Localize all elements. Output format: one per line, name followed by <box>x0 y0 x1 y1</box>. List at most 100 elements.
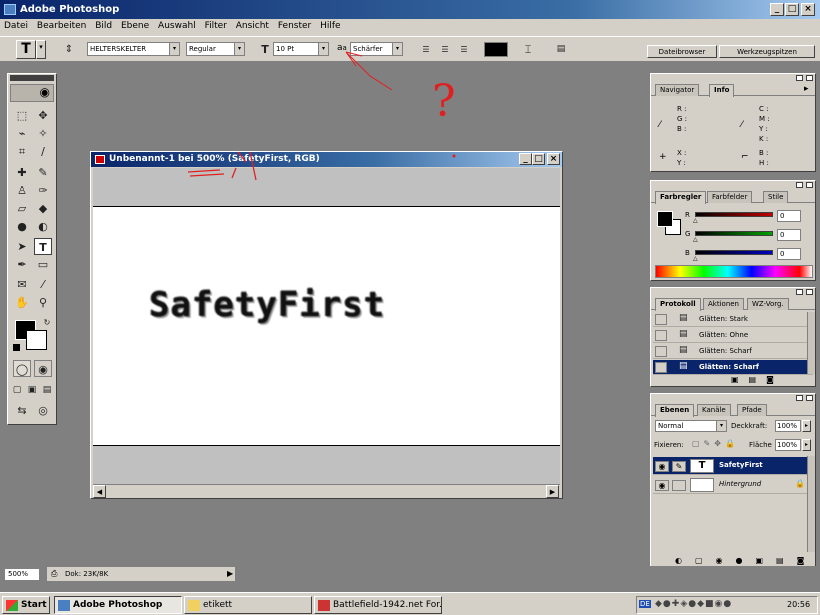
default-colors-icon[interactable] <box>13 344 20 351</box>
jump-to-imageready-icon[interactable]: ⇆ <box>13 402 31 419</box>
adobe-logo-icon[interactable]: ◉ <box>10 84 54 102</box>
doc-minimize-button[interactable]: _ <box>519 153 532 165</box>
history-snapshot-checkbox[interactable] <box>655 330 667 341</box>
history-scrollbar[interactable] <box>807 312 815 374</box>
maximize-button[interactable]: □ <box>785 3 799 16</box>
pen-tool-icon[interactable]: ✒ <box>13 256 31 273</box>
status-menu-arrow-icon[interactable]: ▶ <box>227 569 233 578</box>
screen-mode-full-icon[interactable]: ▤ <box>40 382 54 399</box>
move-tool-icon[interactable]: ✥ <box>34 107 52 124</box>
panel-menu-icon[interactable]: ▸ <box>804 84 809 94</box>
tab-protokoll[interactable]: Protokoll <box>655 298 701 311</box>
dodge-tool-icon[interactable]: ◐ <box>34 218 52 235</box>
imageready-icon[interactable]: ◎ <box>34 402 52 419</box>
horizontal-scrollbar[interactable]: ◀ ▶ <box>93 484 560 498</box>
color-panel-header[interactable] <box>651 181 815 190</box>
history-item[interactable]: ▤ Glätten: Ohne <box>653 328 813 343</box>
tool-presets-tab[interactable]: Werkzeugspitzen <box>719 45 815 58</box>
standard-mode-icon[interactable]: ◯ <box>13 360 31 377</box>
text-layer-thumbnail-icon[interactable]: T <box>690 459 714 473</box>
slider-handle-icon[interactable]: △ <box>693 236 698 243</box>
canvas-text-layer[interactable]: SafetyFirst <box>149 285 385 325</box>
layer-row[interactable]: ◉ ✎ T SafetyFirst <box>653 457 807 475</box>
screen-mode-standard-icon[interactable]: ▢ <box>10 382 24 399</box>
layers-panel-header[interactable] <box>651 394 815 403</box>
menu-fenster[interactable]: Fenster <box>278 21 311 31</box>
slider-handle-icon[interactable]: △ <box>693 217 698 224</box>
doc-close-button[interactable]: × <box>547 153 560 165</box>
history-actions-icons[interactable]: ▣▤◙ <box>731 375 784 384</box>
opacity-slider-button[interactable]: ▸ <box>802 420 811 432</box>
menu-filter[interactable]: Filter <box>205 21 227 31</box>
brush-tool-icon[interactable]: ✎ <box>34 164 52 181</box>
scroll-left-icon[interactable]: ◀ <box>93 485 106 498</box>
doc-size-readout[interactable]: ⎙ Dok: 23K/8K ▶ <box>46 566 236 582</box>
color-foreground-swatch[interactable] <box>657 211 673 227</box>
tab-ebenen[interactable]: Ebenen <box>655 404 695 417</box>
font-family-select[interactable]: HELTERSKELTER ▾ <box>87 42 180 56</box>
panel-minimize-icon[interactable] <box>796 75 803 81</box>
tab-kanaele[interactable]: Kanäle <box>697 404 731 416</box>
text-color-swatch[interactable] <box>484 42 508 57</box>
panel-close-icon[interactable] <box>806 182 813 188</box>
quickmask-mode-icon[interactable]: ◉ <box>34 360 52 377</box>
history-item[interactable]: ▤ Glätten: Scharf <box>653 360 813 375</box>
tab-info[interactable]: Info <box>709 84 735 97</box>
taskbar-etikett[interactable]: etikett <box>184 596 312 614</box>
notes-tool-icon[interactable]: ✉ <box>13 276 31 293</box>
doc-maximize-button[interactable]: □ <box>532 153 545 165</box>
swap-colors-icon[interactable]: ↻ <box>38 314 56 331</box>
slider-handle-icon[interactable]: △ <box>693 255 698 262</box>
tray-icons[interactable]: ◆●✚◈●◆■◉● <box>655 599 732 609</box>
blend-mode-select[interactable]: Normal ▾ <box>655 420 727 432</box>
opacity-field[interactable]: 100% <box>775 420 801 432</box>
tab-farbregler[interactable]: Farbregler <box>655 191 707 204</box>
toolbox-handle[interactable] <box>10 75 54 81</box>
history-snapshot-checkbox[interactable] <box>655 346 667 357</box>
layer-actions-icons[interactable]: ◐▢◉●▣▤◙ <box>675 556 817 565</box>
color-channel-value[interactable]: 0 <box>777 210 801 222</box>
tab-navigator[interactable]: Navigator <box>655 84 700 96</box>
hand-tool-icon[interactable]: ✋ <box>13 294 31 311</box>
healing-brush-icon[interactable]: ✚ <box>13 164 31 181</box>
type-tool-active-icon[interactable]: T <box>34 238 52 255</box>
screen-mode-full-menu-icon[interactable]: ▣ <box>25 382 39 399</box>
history-snapshot-checkbox[interactable] <box>655 362 667 373</box>
menu-hilfe[interactable]: Hilfe <box>320 21 340 31</box>
tab-pfade[interactable]: Pfade <box>737 404 767 416</box>
marquee-tool-icon[interactable]: ⬚ <box>13 107 31 124</box>
canvas[interactable]: SafetyFirst <box>93 206 560 446</box>
layer-row[interactable]: ◉ Hintergrund 🔒 <box>653 476 807 494</box>
layers-scrollbar[interactable] <box>807 456 815 552</box>
color-channel-value[interactable]: 0 <box>777 248 801 260</box>
fill-field[interactable]: 100% <box>775 439 801 451</box>
text-orientation-icon[interactable]: ⇕ <box>60 41 78 58</box>
close-button[interactable]: × <box>801 3 815 16</box>
menu-bild[interactable]: Bild <box>95 21 112 31</box>
lock-icons[interactable]: ▢✎✥🔒 <box>692 439 739 448</box>
language-indicator[interactable]: DE <box>639 600 651 608</box>
menu-ansicht[interactable]: Ansicht <box>236 21 269 31</box>
taskbar-photoshop[interactable]: Adobe Photoshop <box>54 596 182 614</box>
crop-tool-icon[interactable]: ⌗ <box>13 143 31 160</box>
magic-wand-icon[interactable]: ✧ <box>34 125 52 142</box>
slice-tool-icon[interactable]: ∕ <box>34 143 52 160</box>
tab-stile[interactable]: Stile <box>763 191 789 203</box>
lasso-tool-icon[interactable]: ⌁ <box>13 125 31 142</box>
panel-minimize-icon[interactable] <box>796 395 803 401</box>
palette-icon[interactable]: ▤ <box>552 41 570 58</box>
fill-slider-button[interactable]: ▸ <box>802 439 811 451</box>
tab-farbfelder[interactable]: Farbfelder <box>707 191 753 203</box>
history-item[interactable]: ▤ Glätten: Stark <box>653 312 813 327</box>
rectangle-tool-icon[interactable]: ▭ <box>34 256 52 273</box>
taskbar-browser[interactable]: Battlefield-1942.net For... <box>314 596 442 614</box>
color-spectrum-ramp[interactable] <box>655 265 813 278</box>
menu-auswahl[interactable]: Auswahl <box>158 21 196 31</box>
history-panel-header[interactable] <box>651 288 815 297</box>
scroll-right-icon[interactable]: ▶ <box>546 485 559 498</box>
zoom-field[interactable]: 500% <box>4 568 40 581</box>
type-tool-icon[interactable]: T <box>16 40 36 59</box>
menu-ebene[interactable]: Ebene <box>121 21 149 31</box>
start-button[interactable]: Start <box>2 596 50 614</box>
paint-bucket-icon[interactable]: ◆ <box>34 200 52 217</box>
